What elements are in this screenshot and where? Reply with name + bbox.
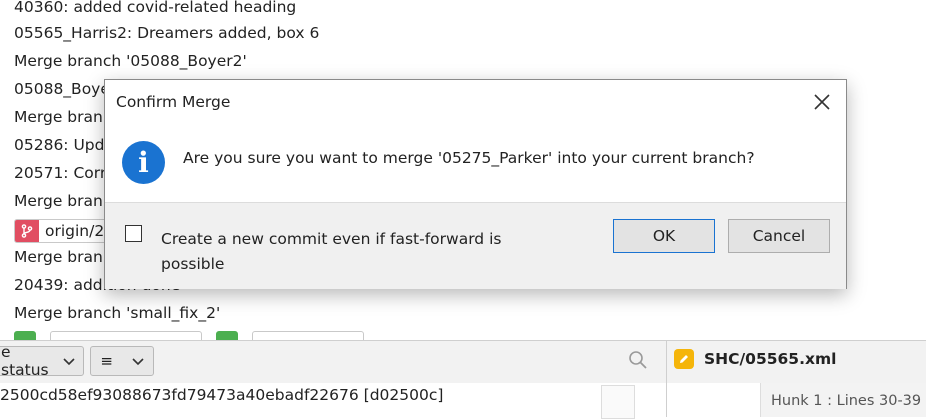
panel-divider — [666, 383, 667, 417]
status-dropdown[interactable]: e status — [0, 343, 84, 379]
chevron-down-icon — [63, 352, 75, 370]
menu-lines-icon: ≡ — [100, 352, 113, 370]
commit-row[interactable]: 05286: Upd — [14, 136, 104, 154]
commit-row[interactable]: Merge branch 'small_fix_2' — [14, 304, 220, 322]
hunk-label: Hunk 1 : Lines 30-39 — [771, 393, 922, 409]
avatar — [601, 385, 635, 419]
search-icon[interactable] — [628, 350, 648, 374]
confirm-merge-dialog: Confirm Merge i Are you sure you want to… — [104, 79, 847, 289]
view-menu-dropdown[interactable]: ≡ — [90, 346, 154, 376]
fast-forward-checkbox-label[interactable]: Create a new commit even if fast-forward… — [161, 227, 541, 277]
bottom-panel: 2500cd58ef93088673fd79473a40ebadf22676 [… — [0, 383, 926, 419]
commit-row[interactable]: Merge bran — [14, 192, 103, 210]
file-tab-label: SHC/05565.xml — [704, 350, 837, 368]
branch-ref-label: origin/2 — [45, 222, 105, 240]
dialog-message: Are you sure you want to merge '05275_Pa… — [183, 149, 755, 167]
branch-ref-tag[interactable]: origin/2 — [14, 219, 112, 243]
panel-divider — [666, 341, 667, 383]
commit-row[interactable]: Merge bran — [14, 248, 103, 266]
commit-row[interactable]: 05088_Boye — [14, 80, 110, 98]
close-icon[interactable] — [812, 92, 832, 112]
commit-row[interactable]: Merge branch '05088_Boyer2' — [14, 52, 247, 70]
chevron-down-icon — [132, 352, 144, 370]
info-icon: i — [122, 141, 165, 184]
commit-row[interactable]: Merge bran — [14, 108, 103, 126]
cancel-button[interactable]: Cancel — [728, 219, 830, 253]
status-dropdown-label: e status — [1, 343, 49, 379]
dialog-footer: Create a new commit even if fast-forward… — [105, 202, 846, 289]
git-branch-icon — [15, 220, 39, 242]
file-edit-icon — [674, 349, 694, 369]
file-tab[interactable]: SHC/05565.xml — [674, 349, 836, 369]
fast-forward-checkbox[interactable] — [125, 225, 142, 242]
commit-hash: 2500cd58ef93088673fd79473a40ebadf22676 [… — [0, 386, 444, 404]
hunk-header: Hunk 1 : Lines 30-39 — [760, 383, 926, 417]
toolbar: e status ≡ SHC/05565.xml — [0, 340, 926, 384]
ok-button[interactable]: OK — [613, 219, 715, 253]
commit-row[interactable]: 20571: Corr — [14, 164, 106, 182]
dialog-title: Confirm Merge — [116, 93, 231, 111]
commit-row[interactable]: 40360: added covid-related heading — [14, 0, 296, 16]
commit-row[interactable]: 05565_Harris2: Dreamers added, box 6 — [14, 24, 319, 42]
